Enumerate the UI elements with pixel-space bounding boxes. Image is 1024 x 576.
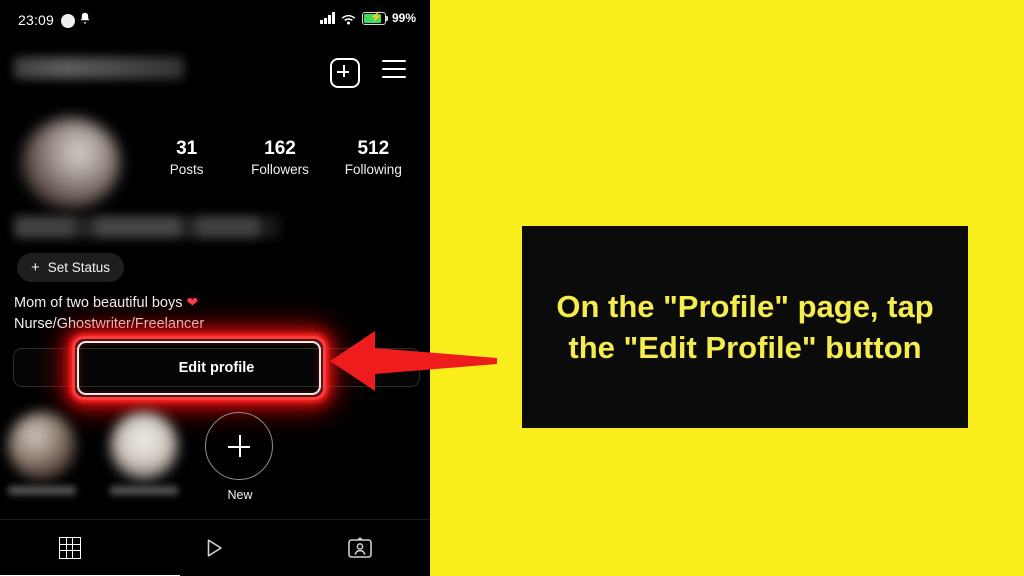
stat-followers-count: 162 bbox=[264, 138, 296, 159]
plus-circle-icon bbox=[205, 412, 273, 480]
bio-line-2: Nurse/Ghostwriter/Freelancer bbox=[14, 316, 205, 332]
stat-posts-count: 31 bbox=[176, 138, 198, 159]
status-bar-indicators: ⚡ 99% bbox=[320, 11, 416, 25]
pointer-arrow-icon bbox=[325, 328, 497, 394]
username-blurred[interactable] bbox=[14, 57, 184, 79]
bell-icon bbox=[79, 12, 91, 28]
hamburger-menu-icon[interactable] bbox=[382, 60, 406, 80]
plus-square-icon[interactable] bbox=[330, 58, 360, 88]
edit-profile-label: Edit profile bbox=[178, 359, 255, 376]
tagged-person-icon bbox=[348, 537, 372, 559]
story-highlight-1-label-blurred bbox=[8, 486, 76, 495]
bio-line-1: Mom of two beautiful boys ❤ bbox=[14, 292, 344, 314]
story-highlight-2[interactable] bbox=[110, 412, 178, 495]
set-status-button[interactable]: + Set Status bbox=[17, 253, 125, 282]
battery-percent: 99% bbox=[391, 11, 416, 25]
signal-bars-icon bbox=[320, 12, 335, 24]
screenshot-root: 23:09 ⚡ 99% 31 Posts 162 Followers 512 F… bbox=[0, 0, 1024, 576]
play-triangle-icon bbox=[203, 537, 225, 559]
stat-following-label: Following bbox=[344, 162, 402, 177]
story-highlight-2-thumb bbox=[110, 412, 178, 480]
status-bar-time: 23:09 bbox=[18, 12, 55, 28]
profile-header bbox=[0, 52, 430, 94]
profile-tab-bar bbox=[0, 519, 430, 576]
bio-line-1-text: Mom of two beautiful boys bbox=[14, 295, 183, 311]
new-highlight-label: New bbox=[227, 488, 253, 502]
display-name-blurred bbox=[14, 216, 280, 238]
plus-icon: + bbox=[31, 259, 40, 276]
grid-icon bbox=[59, 537, 81, 559]
tab-posts-grid[interactable] bbox=[50, 533, 90, 563]
story-highlight-1[interactable] bbox=[8, 412, 76, 495]
heart-icon: ❤ bbox=[186, 294, 199, 310]
profile-stats: 31 Posts 162 Followers 512 Following bbox=[140, 138, 420, 180]
wifi-icon bbox=[341, 12, 356, 25]
profile-bio: Mom of two beautiful boys ❤ Nurse/Ghostw… bbox=[14, 292, 344, 335]
tab-reels[interactable] bbox=[194, 533, 234, 563]
status-bar: 23:09 ⚡ 99% bbox=[0, 0, 430, 40]
stat-posts-label: Posts bbox=[169, 162, 204, 177]
stat-posts[interactable]: 31 Posts bbox=[140, 138, 233, 180]
instruction-callout: On the "Profile" page, tap the "Edit Pro… bbox=[522, 226, 968, 428]
stat-following[interactable]: 512 Following bbox=[327, 138, 420, 180]
phone-screen: 23:09 ⚡ 99% 31 Posts 162 Followers 512 F… bbox=[0, 0, 430, 576]
stat-followers-label: Followers bbox=[251, 162, 309, 177]
instruction-text: On the "Profile" page, tap the "Edit Pro… bbox=[556, 289, 934, 365]
new-highlight-button[interactable]: New bbox=[205, 412, 275, 502]
story-highlight-2-label-blurred bbox=[110, 486, 178, 495]
set-status-label: Set Status bbox=[47, 260, 111, 275]
battery-charging-icon: ⚡ bbox=[361, 11, 389, 25]
notification-dot-icon bbox=[61, 14, 75, 28]
story-highlight-1-thumb bbox=[8, 412, 76, 480]
avatar[interactable] bbox=[22, 118, 120, 208]
stat-followers[interactable]: 162 Followers bbox=[233, 138, 326, 180]
stat-following-count: 512 bbox=[357, 138, 390, 159]
tab-tagged[interactable] bbox=[340, 533, 380, 563]
